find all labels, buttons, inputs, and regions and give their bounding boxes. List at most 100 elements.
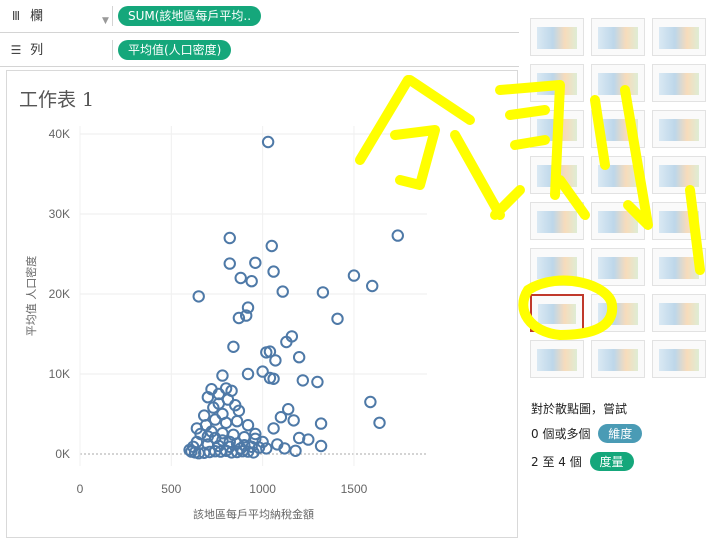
text-table-thumb[interactable] [530, 18, 584, 56]
thumb-graphic [598, 349, 638, 371]
x-tick-label: 1000 [249, 482, 276, 496]
highlight-table-thumb[interactable] [652, 18, 706, 56]
thumb-graphic [659, 257, 699, 279]
circle-views-thumb[interactable] [591, 156, 645, 194]
measure-tag: 度量 [589, 452, 634, 471]
y-tick-label: 0K [55, 447, 70, 461]
thumb-graphic [598, 165, 638, 187]
pie-chart-thumb[interactable] [652, 64, 706, 102]
scatter-point [234, 271, 247, 285]
scatter-point [192, 290, 205, 303]
hint-dimensions-text: 0 個或多個 [531, 427, 591, 441]
y-tick-label: 20K [49, 287, 70, 301]
rows-label-text: 列 [30, 43, 44, 58]
scatter-point [292, 351, 306, 364]
treemap-thumb[interactable] [530, 156, 584, 194]
thumb-graphic [659, 165, 699, 187]
rows-shelf-label: ☰ 列 [6, 40, 113, 60]
scatter-point [287, 414, 300, 427]
dual-combination-thumb[interactable] [652, 248, 706, 286]
thumb-graphic [598, 303, 638, 325]
side-by-side-circles-thumb[interactable] [652, 156, 706, 194]
scatter-point [296, 374, 310, 387]
heat-map-thumb[interactable] [591, 18, 645, 56]
worksheet-view[interactable]: 工作表 1 0K 10K 20K 30K 40K 0 500 1000 1500 該地區每戶平均納… [6, 70, 518, 538]
scatter-point [366, 279, 379, 293]
scatter-point [364, 395, 377, 409]
scatter-point [241, 419, 255, 432]
y-tick-label: 40K [49, 127, 70, 141]
scatter-point [261, 135, 275, 149]
horizontal-bars-thumb[interactable] [530, 110, 584, 148]
side-by-side-bars-thumb[interactable] [652, 110, 706, 148]
columns-shelf-label: Ⅲ 欄 ▼ [6, 6, 113, 26]
scatter-point [223, 257, 236, 270]
y-tick-label: 10K [49, 367, 70, 381]
scatter-point [276, 285, 289, 298]
y-axis-label: 平均值 人口密度 [24, 256, 38, 337]
scatter-point [227, 340, 240, 353]
scatter-point [316, 286, 330, 299]
lines-continuous-thumb[interactable] [530, 202, 584, 240]
bullet-graph-thumb[interactable] [591, 340, 645, 378]
lines-discrete-thumb[interactable] [591, 202, 645, 240]
thumb-graphic [598, 27, 638, 49]
thumb-graphic [537, 211, 577, 233]
scatter-point [230, 415, 244, 428]
thumb-graphic [659, 303, 699, 325]
thumb-graphic [659, 119, 699, 141]
scatter-point [265, 239, 278, 253]
x-tick-label: 0 [77, 482, 84, 496]
thumb-graphic [598, 119, 638, 141]
dimension-tag: 維度 [598, 424, 643, 443]
scatter-point [269, 354, 282, 367]
scatter-point [249, 256, 262, 270]
thumb-graphic [537, 73, 577, 95]
chevron-down-icon[interactable]: ▼ [102, 11, 109, 31]
thumb-graphic [598, 73, 638, 95]
columns-shelf[interactable]: Ⅲ 欄 ▼ SUM(該地區每戶平均.. [0, 0, 519, 33]
hint-measures-text: 2 至 4 個 [531, 455, 582, 469]
filled-map-thumb[interactable] [591, 64, 645, 102]
scatter-point [373, 416, 386, 429]
scatter-point [223, 231, 236, 245]
thumb-graphic [537, 165, 577, 187]
hint-dimensions: 0 個或多個 維度 [531, 424, 643, 443]
gantt-chart-thumb[interactable] [530, 340, 584, 378]
thumb-graphic [537, 27, 577, 49]
histogram-thumb[interactable] [591, 294, 645, 332]
scatter-point [331, 312, 344, 326]
packed-bubbles-thumb[interactable] [652, 340, 706, 378]
thumb-graphic [659, 27, 699, 49]
y-tick-label: 30K [49, 207, 70, 221]
scatter-chart[interactable]: 0K 10K 20K 30K 40K 0 500 1000 1500 該地區每戶平均納稅金額 平均值… [7, 71, 517, 537]
scatter-point [219, 416, 233, 429]
columns-icon: Ⅲ [11, 9, 21, 23]
area-continuous-thumb[interactable] [530, 248, 584, 286]
hint-text: 對於散點圖，嘗試 [531, 402, 628, 416]
scatter-point [267, 422, 280, 435]
columns-label-text: 欄 [30, 9, 44, 24]
rows-shelf[interactable]: ☰ 列 平均值(人口密度) [0, 34, 519, 67]
scatter-point [314, 439, 328, 453]
symbol-map-thumb[interactable] [530, 64, 584, 102]
thumb-graphic [598, 211, 638, 233]
scatter-point [267, 265, 280, 278]
area-discrete-thumb[interactable] [591, 248, 645, 286]
thumb-graphic [659, 349, 699, 371]
scatter-point [197, 409, 211, 422]
scatter-point [289, 444, 302, 457]
box-plot-thumb[interactable] [652, 294, 706, 332]
thumb-graphic [598, 257, 638, 279]
columns-pill[interactable]: SUM(該地區每戶平均.. [118, 6, 262, 26]
thumb-graphic [537, 119, 577, 141]
thumb-graphic [537, 257, 577, 279]
scatter-point [245, 275, 258, 288]
x-tick-label: 500 [161, 482, 181, 496]
scatter-plot-thumb[interactable] [530, 294, 584, 332]
rows-pill[interactable]: 平均值(人口密度) [118, 40, 232, 60]
stacked-bars-thumb[interactable] [591, 110, 645, 148]
thumb-graphic [538, 304, 576, 324]
scatter-point [314, 417, 328, 430]
dual-lines-thumb[interactable] [652, 202, 706, 240]
